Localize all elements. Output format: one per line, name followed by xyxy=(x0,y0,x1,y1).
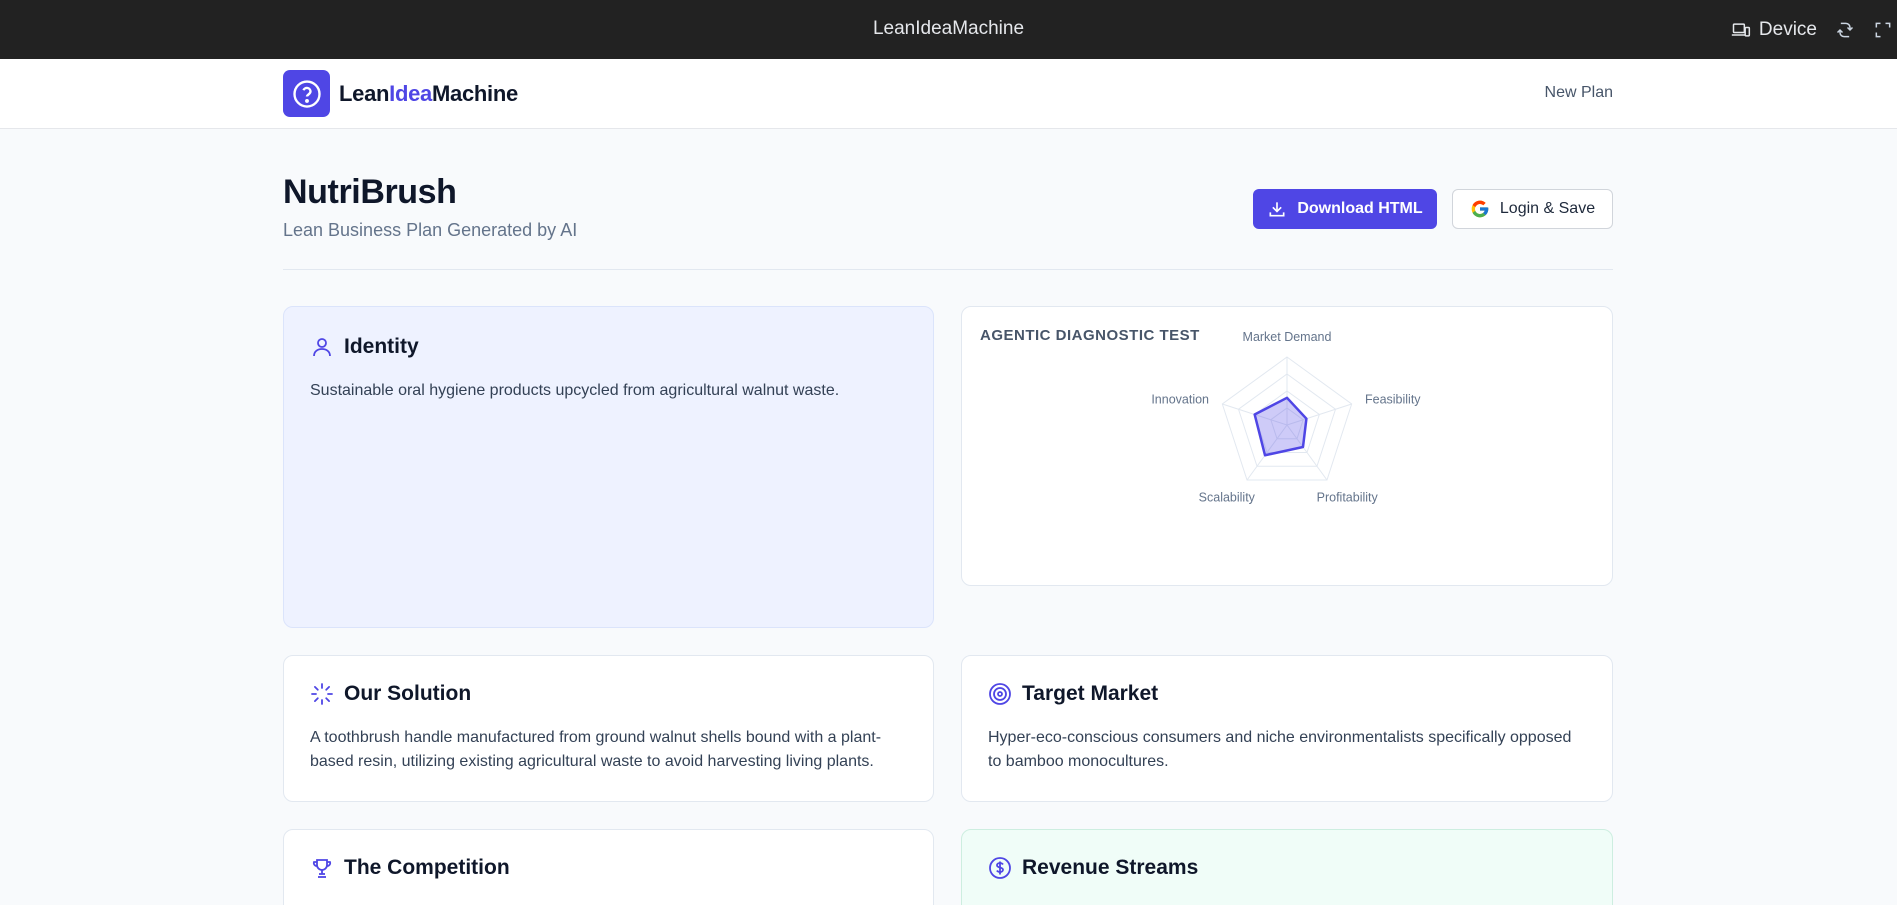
identity-header: Identity xyxy=(310,335,419,359)
revenue-card: Revenue Streams xyxy=(961,829,1613,905)
titlebar-controls: Device xyxy=(1731,0,1897,59)
solution-title: Our Solution xyxy=(344,682,472,705)
new-plan-link[interactable]: New Plan xyxy=(1545,84,1613,102)
logo[interactable] xyxy=(283,70,330,117)
identity-title: Identity xyxy=(344,335,419,358)
solution-header: Our Solution xyxy=(310,682,471,706)
dollar-circle-icon xyxy=(989,857,1011,879)
target-header: Target Market xyxy=(988,682,1158,706)
trophy-icon xyxy=(312,859,332,878)
radar-series-area xyxy=(1253,396,1308,457)
download-icon xyxy=(1269,202,1285,217)
target-title: Target Market xyxy=(1022,682,1159,705)
app-navbar: LeanIdeaMachine New Plan xyxy=(0,59,1897,129)
brand-part-lean: Lean xyxy=(339,81,390,106)
diagnostic-card: AGENTIC DIAGNOSTIC TEST Market Demand Fea… xyxy=(961,306,1613,586)
loader-icon xyxy=(311,683,333,705)
device-icon xyxy=(1731,22,1751,37)
identity-card: Identity Sustainable oral hygiene produc… xyxy=(283,306,934,628)
download-html-button[interactable]: Download HTML xyxy=(1253,189,1437,229)
revenue-header: Revenue Streams xyxy=(988,856,1198,880)
window-titlebar: LeanIdeaMachine Device xyxy=(0,0,1897,59)
radar-axis-label: Market Demand xyxy=(1243,330,1332,344)
revenue-title: Revenue Streams xyxy=(1022,856,1199,879)
radar-axis-label: Feasibility xyxy=(1365,393,1421,407)
download-label: Download HTML xyxy=(1297,200,1423,217)
competition-title: The Competition xyxy=(344,856,510,879)
window-title: LeanIdeaMachine xyxy=(872,18,1025,39)
device-label: Device xyxy=(1758,18,1817,40)
page-title: NutriBrush xyxy=(283,173,457,211)
google-icon xyxy=(1471,200,1489,218)
solution-card: Our Solution A toothbrush handle manufac… xyxy=(283,655,934,802)
target-text: Hyper-eco-conscious consumers and niche … xyxy=(988,729,1572,770)
user-icon xyxy=(313,338,331,357)
target-icon xyxy=(989,683,1011,705)
brand-part-idea: Idea xyxy=(389,81,432,106)
target-market-card: Target Market Hyper-eco-conscious consum… xyxy=(961,655,1613,802)
competition-card: The Competition xyxy=(283,829,934,905)
radar-chart: Market Demand Feasibility Profitability Sca… xyxy=(1151,330,1421,504)
radar-axis-label: Innovation xyxy=(1151,393,1209,407)
login-save-label: Login & Save xyxy=(1499,200,1596,217)
competition-header: The Competition xyxy=(310,856,510,880)
solution-text: A toothbrush handle manufactured from gr… xyxy=(310,729,882,770)
radar-axis-label: Scalability xyxy=(1199,490,1256,504)
brand-part-machine: Machine xyxy=(431,81,518,106)
identity-text: Sustainable oral hygiene products upcycl… xyxy=(310,382,840,399)
fullscreen-icon[interactable] xyxy=(1873,20,1893,40)
brand-name[interactable]: LeanIdeaMachine xyxy=(339,81,518,107)
rotate-icon[interactable] xyxy=(1835,20,1855,40)
page-subtitle: Lean Business Plan Generated by AI xyxy=(283,220,578,240)
question-circle-icon xyxy=(292,79,321,108)
radar-axis-label: Profitability xyxy=(1317,490,1379,504)
login-save-button[interactable]: Login & Save xyxy=(1452,189,1613,229)
device-button[interactable]: Device xyxy=(1731,19,1817,41)
plan-header: NutriBrush Lean Business Plan Generated … xyxy=(283,170,1613,270)
